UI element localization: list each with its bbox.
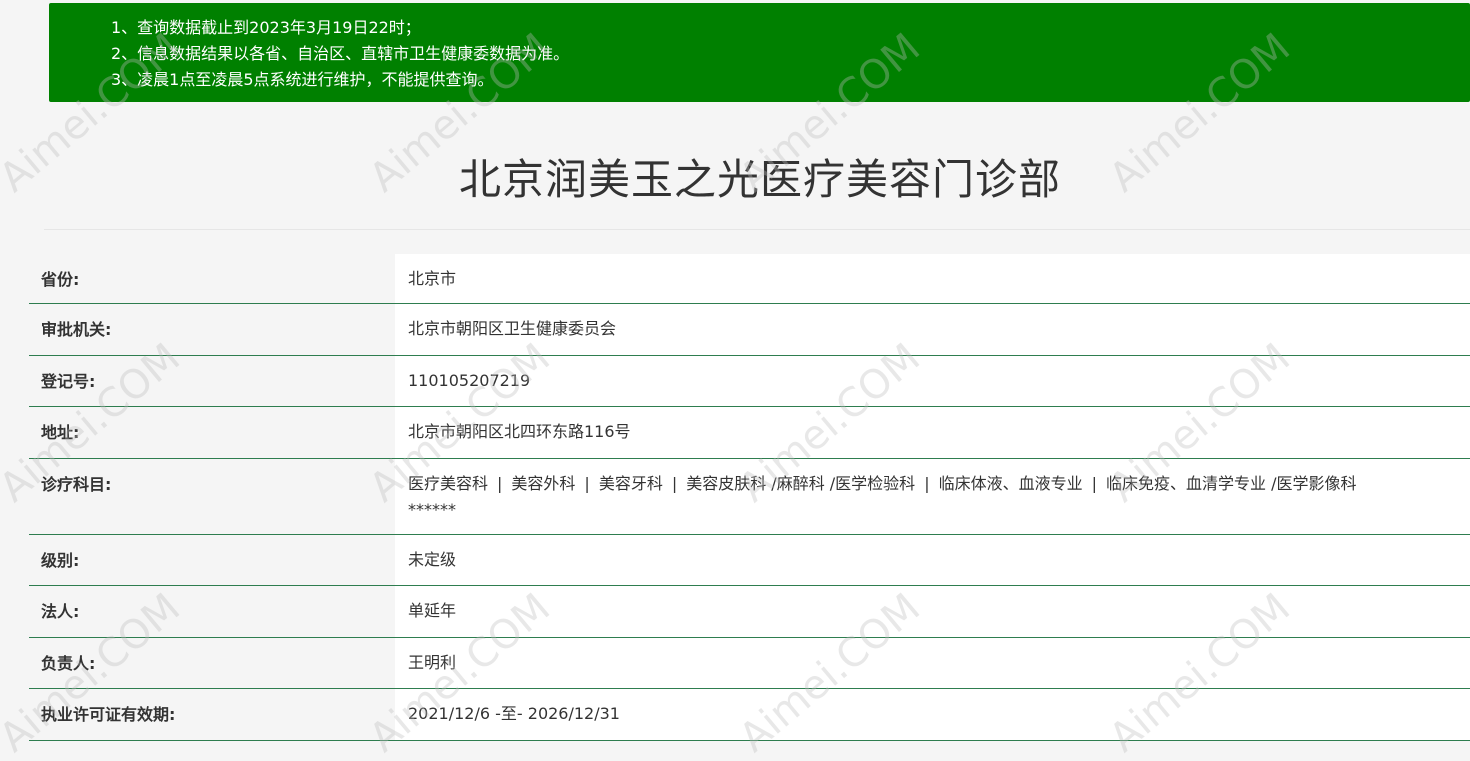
table-row-province: 省份: 北京市 (29, 254, 1470, 304)
row-label: 负责人: (29, 638, 395, 688)
notice-line-3: 3、凌晨1点至凌晨5点系统进行维护，不能提供查询。 (111, 70, 494, 89)
department-item: 医疗美容科 (408, 474, 489, 493)
row-value: 王明利 (395, 638, 1470, 688)
department-item: 临床免疫、血清学专业 /医学影像科 (1105, 474, 1357, 493)
title-divider (44, 229, 1470, 230)
table-row-principal: 负责人: 王明利 (29, 638, 1470, 689)
row-value: 北京市 (395, 254, 1470, 303)
row-label: 地址: (29, 407, 395, 458)
notice-line-1: 1、查询数据截止到2023年3月19日22时； (111, 18, 421, 37)
department-item: 美容皮肤科 /麻醉科 /医学检验科 (686, 474, 916, 493)
row-label: 诊疗科目: (29, 459, 395, 534)
notice-line-2: 2、信息数据结果以各省、自治区、直辖市卫生健康委数据为准。 (111, 44, 570, 63)
department-tail: ****** (408, 500, 456, 519)
table-row-legal-person: 法人: 单延年 (29, 586, 1470, 638)
row-label: 审批机关: (29, 304, 395, 355)
department-item: 临床体液、血液专业 (938, 474, 1083, 493)
row-label: 登记号: (29, 356, 395, 406)
row-label: 省份: (29, 254, 395, 303)
table-row-authority: 审批机关: 北京市朝阳区卫生健康委员会 (29, 304, 1470, 356)
department-item: 美容外科 (511, 474, 576, 493)
row-label: 执业许可证有效期: (29, 689, 395, 740)
row-value: 北京市朝阳区北四环东路116号 (395, 407, 1470, 458)
notice-banner: 1、查询数据截止到2023年3月19日22时； 2、信息数据结果以各省、自治区、… (49, 3, 1470, 102)
table-row-address: 地址: 北京市朝阳区北四环东路116号 (29, 407, 1470, 459)
row-value: 2021/12/6 -至- 2026/12/31 (395, 689, 1470, 740)
row-label: 法人: (29, 586, 395, 637)
row-value: 医疗美容科 | 美容外科 | 美容牙科 | 美容皮肤科 /麻醉科 /医学检验科 | 临床体液、血… (395, 459, 1470, 534)
row-value: 北京市朝阳区卫生健康委员会 (395, 304, 1470, 355)
info-table: 省份: 北京市 审批机关: 北京市朝阳区卫生健康委员会 登记号: 1101052… (29, 254, 1470, 741)
table-row-departments: 诊疗科目: 医疗美容科 | 美容外科 | 美容牙科 | 美容皮肤科 /麻醉科 /医学检验科 |… (29, 459, 1470, 535)
table-row-license-validity: 执业许可证有效期: 2021/12/6 -至- 2026/12/31 (29, 689, 1470, 741)
page-title: 北京润美玉之光医疗美容门诊部 (458, 155, 1061, 204)
row-value: 未定级 (395, 535, 1470, 585)
row-value: 单延年 (395, 586, 1470, 637)
row-label: 级别: (29, 535, 395, 585)
table-row-registration: 登记号: 110105207219 (29, 356, 1470, 407)
row-value: 110105207219 (395, 356, 1470, 406)
table-row-level: 级别: 未定级 (29, 535, 1470, 586)
department-item: 美容牙科 (598, 474, 663, 493)
